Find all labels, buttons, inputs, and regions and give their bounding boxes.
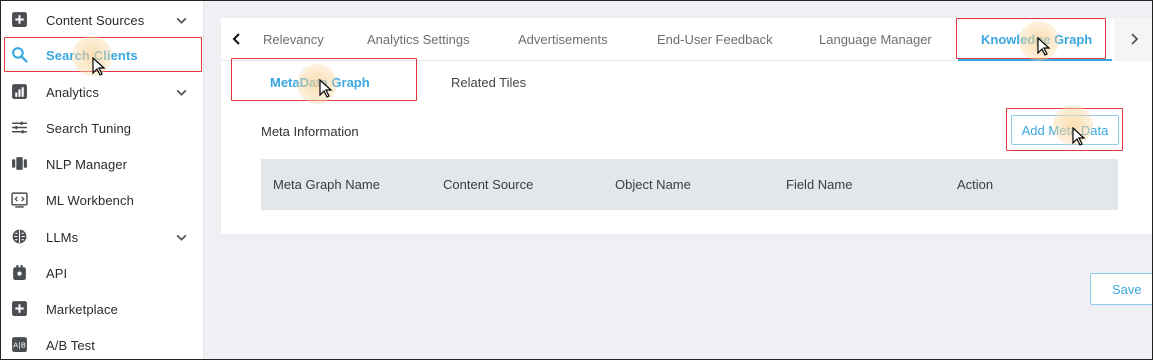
ab-test-icon: A|B: [11, 336, 28, 353]
scroll-right-button[interactable]: [1114, 18, 1153, 61]
sidebar-item-label: NLP Manager: [46, 156, 128, 172]
sidebar-item-label: API: [46, 265, 68, 281]
sidebar-item-ab-test[interactable]: A|B A/B Test: [0, 327, 204, 360]
sidebar-item-marketplace[interactable]: Marketplace: [0, 291, 204, 327]
section-title: Meta Information: [261, 124, 359, 139]
chevron-down-icon[interactable]: [175, 231, 188, 244]
sidebar: Content Sources Search Clients Analytics…: [0, 0, 204, 360]
chevron-left-icon[interactable]: [227, 29, 247, 49]
sliders-icon: [11, 119, 28, 136]
tab-relevancy[interactable]: Relevancy: [263, 32, 324, 47]
column-header-meta-graph-name: Meta Graph Name: [273, 177, 380, 192]
sidebar-item-nlp-manager[interactable]: NLP Manager: [0, 146, 204, 182]
table-header: Meta Graph Name Content Source Object Na…: [261, 159, 1118, 210]
chevron-down-icon[interactable]: [175, 14, 188, 27]
sidebar-item-search-tuning[interactable]: Search Tuning: [0, 110, 204, 146]
sidebar-item-api[interactable]: API: [0, 255, 204, 291]
sidebar-item-label: Content Sources: [46, 12, 145, 28]
sidebar-item-content-sources[interactable]: Content Sources: [0, 2, 204, 38]
subtab-related-tiles[interactable]: Related Tiles: [451, 75, 526, 90]
tab-advertisements[interactable]: Advertisements: [518, 32, 608, 47]
code-window-icon: [11, 191, 28, 208]
sidebar-item-label: A/B Test: [46, 337, 95, 353]
plus-square-icon: [11, 300, 28, 317]
sidebar-item-label: Search Tuning: [46, 120, 132, 136]
brain-icon: [11, 228, 28, 245]
cursor-icon: [319, 79, 333, 98]
api-icon: [11, 264, 28, 281]
tab-language-manager[interactable]: Language Manager: [819, 32, 932, 47]
column-header-content-source: Content Source: [443, 177, 534, 192]
plus-square-icon: [11, 11, 28, 28]
chevron-down-icon[interactable]: [175, 86, 188, 99]
sidebar-item-llms[interactable]: LLMs: [0, 219, 204, 255]
svg-text:A|B: A|B: [13, 341, 26, 350]
column-header-action: Action: [957, 177, 994, 192]
bar-chart-icon: [11, 83, 28, 100]
sidebar-item-analytics[interactable]: Analytics: [0, 74, 204, 110]
sidebar-item-label: Analytics: [46, 84, 99, 100]
tab-end-user-feedback[interactable]: End-User Feedback: [657, 32, 773, 47]
column-header-field-name: Field Name: [786, 177, 853, 192]
nlp-icon: [11, 155, 28, 172]
sidebar-item-label: Marketplace: [46, 301, 118, 317]
cursor-icon: [1072, 127, 1086, 146]
cursor-icon: [92, 57, 106, 76]
tab-bar: Relevancy Analytics Settings Advertiseme…: [221, 18, 1153, 61]
main-panel: Relevancy Analytics Settings Advertiseme…: [221, 18, 1153, 234]
sidebar-item-label: LLMs: [46, 229, 79, 245]
column-header-object-name: Object Name: [615, 177, 691, 192]
cursor-icon: [1037, 37, 1051, 56]
tab-analytics-settings[interactable]: Analytics Settings: [367, 32, 470, 47]
save-button[interactable]: Save: [1090, 273, 1153, 305]
chevron-right-icon: [1131, 33, 1139, 45]
sidebar-item-ml-workbench[interactable]: ML Workbench: [0, 182, 204, 218]
sidebar-item-label: ML Workbench: [46, 192, 134, 208]
